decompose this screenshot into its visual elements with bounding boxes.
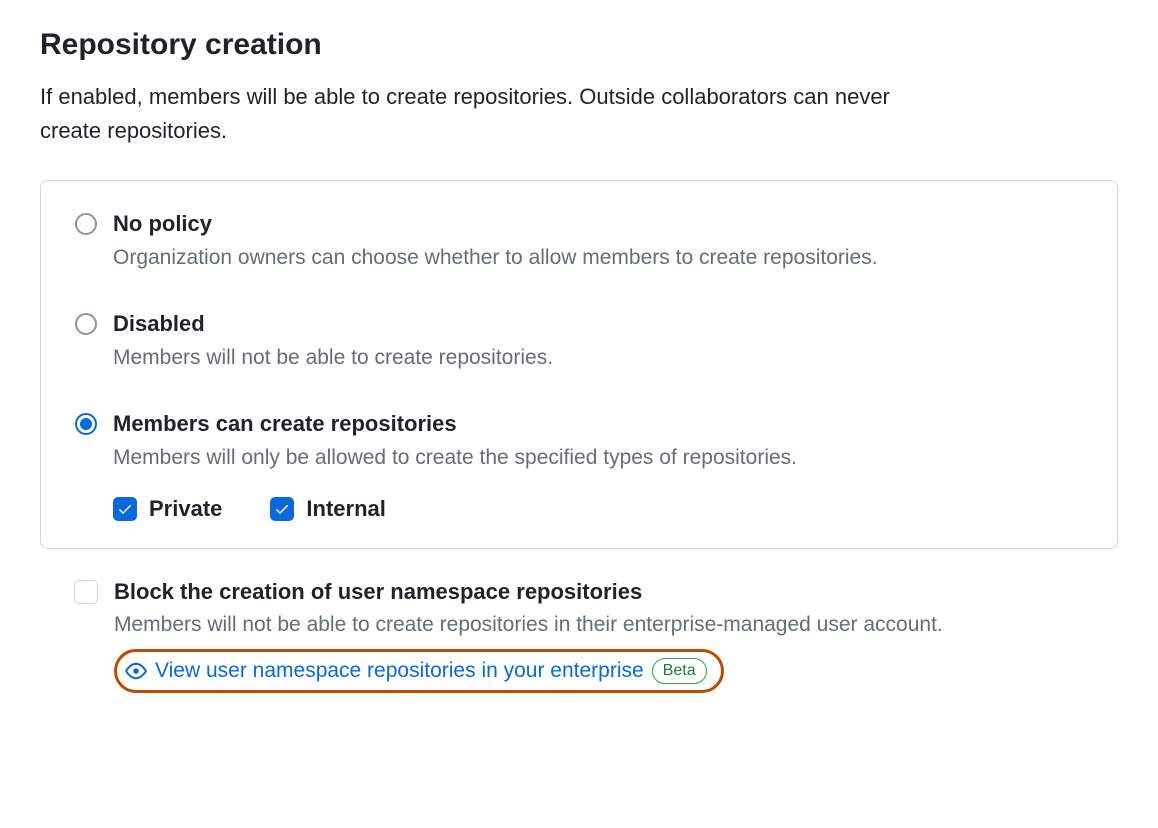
repo-type-label: Private — [149, 496, 222, 522]
policy-option-title: No policy — [113, 209, 1083, 239]
radio-icon[interactable] — [75, 313, 97, 335]
policy-option-sub: Members will not be able to create repos… — [113, 343, 1083, 373]
view-user-namespace-link[interactable]: View user namespace repositories in your… — [114, 649, 724, 694]
block-user-namespace-option[interactable]: Block the creation of user namespace rep… — [74, 577, 1098, 694]
repo-type-checkboxes: Private Internal — [113, 496, 1083, 522]
section-title: Repository creation — [40, 28, 1118, 62]
settings-section: Repository creation If enabled, members … — [0, 0, 1158, 733]
policy-option-title: Members can create repositories — [113, 409, 1083, 439]
checkbox-icon[interactable] — [270, 497, 294, 521]
policy-option-disabled[interactable]: Disabled Members will not be able to cre… — [75, 309, 1083, 373]
block-user-namespace-sub: Members will not be able to create repos… — [114, 610, 1098, 640]
section-description: If enabled, members will be able to crea… — [40, 80, 940, 148]
beta-badge: Beta — [652, 658, 707, 685]
checkbox-icon[interactable] — [113, 497, 137, 521]
block-user-namespace-title: Block the creation of user namespace rep… — [114, 577, 1098, 607]
radio-icon[interactable] — [75, 413, 97, 435]
policy-option-members-can-create[interactable]: Members can create repositories Members … — [75, 409, 1083, 521]
checkbox-icon[interactable] — [74, 580, 98, 604]
block-user-namespace-section: Block the creation of user namespace rep… — [40, 577, 1118, 694]
view-user-namespace-link-text: View user namespace repositories in your… — [155, 659, 644, 683]
policy-box: No policy Organization owners can choose… — [40, 180, 1118, 548]
eye-icon — [125, 660, 147, 682]
policy-option-sub: Organization owners can choose whether t… — [113, 243, 1083, 273]
repo-type-private[interactable]: Private — [113, 496, 222, 522]
policy-option-sub: Members will only be allowed to create t… — [113, 443, 1083, 473]
repo-type-label: Internal — [306, 496, 385, 522]
policy-option-no-policy[interactable]: No policy Organization owners can choose… — [75, 209, 1083, 273]
policy-option-title: Disabled — [113, 309, 1083, 339]
repo-type-internal[interactable]: Internal — [270, 496, 385, 522]
radio-icon[interactable] — [75, 213, 97, 235]
